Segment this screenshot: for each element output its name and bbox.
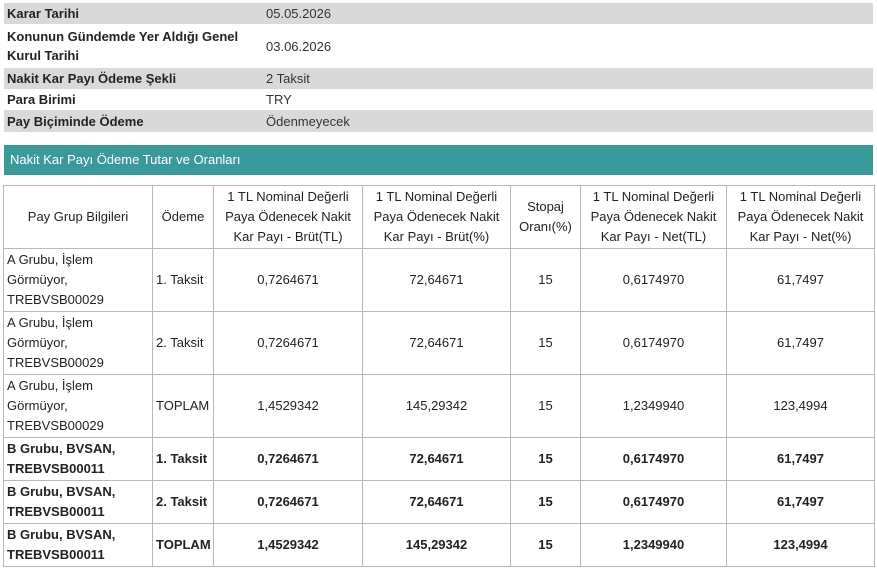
info-row-para-birimi: Para Birimi TRY bbox=[4, 89, 873, 110]
column-header: Pay Grup Bilgileri bbox=[3, 185, 153, 249]
value-cell: 0,7264671 bbox=[213, 311, 363, 375]
payment-cell: 1. Taksit bbox=[152, 248, 214, 312]
info-value: 05.05.2026 bbox=[266, 6, 332, 21]
value-cell: 15 bbox=[510, 437, 581, 481]
group-cell: A Grubu, İşlem Görmüyor, TREBVSB00029 bbox=[3, 374, 153, 438]
value-cell: 0,6174970 bbox=[580, 437, 727, 481]
column-header: 1 TL Nominal Değerli Paya Ödenecek Nakit… bbox=[726, 185, 875, 249]
value-cell: 145,29342 bbox=[362, 374, 511, 438]
info-label: Nakit Kar Payı Ödeme Şekli bbox=[7, 71, 177, 86]
group-cell: A Grubu, İşlem Görmüyor, TREBVSB00029 bbox=[3, 248, 153, 312]
group-cell: A Grubu, İşlem Görmüyor, TREBVSB00029 bbox=[3, 311, 153, 375]
info-value: Ödenmeyecek bbox=[266, 113, 350, 129]
dividend-table: Pay Grup Bilgileri Ödeme 1 TL Nominal De… bbox=[3, 185, 875, 567]
info-value: TRY bbox=[266, 92, 292, 107]
value-cell: 123,4994 bbox=[726, 523, 875, 567]
column-header: Stopaj Oranı(%) bbox=[510, 185, 581, 249]
info-row-pay-biciminde-odeme: Pay Biçiminde Ödeme Ödenmeyecek bbox=[4, 110, 873, 132]
value-cell: 0,7264671 bbox=[213, 437, 363, 481]
section-title: Nakit Kar Payı Ödeme Tutar ve Oranları bbox=[4, 145, 873, 175]
column-header: 1 TL Nominal Değerli Paya Ödenecek Nakit… bbox=[362, 185, 511, 249]
info-label: Konunun Gündemde Yer Aldığı Genel Kurul … bbox=[7, 29, 239, 63]
value-cell: 0,7264671 bbox=[213, 248, 363, 312]
value-cell: 1,2349940 bbox=[580, 523, 727, 567]
value-cell: 15 bbox=[510, 374, 581, 438]
value-cell: 72,64671 bbox=[362, 311, 511, 375]
value-cell: 0,6174970 bbox=[580, 311, 727, 375]
value-cell: 72,64671 bbox=[362, 437, 511, 481]
info-panel: Karar Tarihi 05.05.2026 Konunun Gündemde… bbox=[4, 3, 873, 132]
info-label: Para Birimi bbox=[7, 92, 76, 107]
info-value: 03.06.2026 bbox=[266, 38, 332, 54]
payment-cell: 2. Taksit bbox=[152, 311, 214, 375]
info-label: Pay Biçiminde Ödeme bbox=[7, 113, 144, 129]
table-row: A Grubu, İşlem Görmüyor, TREBVSB00029 1.… bbox=[3, 248, 875, 312]
value-cell: 61,7497 bbox=[726, 311, 875, 375]
column-header: 1 TL Nominal Değerli Paya Ödenecek Nakit… bbox=[580, 185, 727, 249]
value-cell: 123,4994 bbox=[726, 374, 875, 438]
value-cell: 145,29342 bbox=[362, 523, 511, 567]
group-cell: B Grubu, BVSAN, TREBVSB00011 bbox=[3, 523, 153, 567]
column-header: Ödeme bbox=[152, 185, 214, 249]
info-row-genel-kurul-tarihi: Konunun Gündemde Yer Aldığı Genel Kurul … bbox=[4, 24, 873, 68]
value-cell: 15 bbox=[510, 523, 581, 567]
payment-cell: TOPLAM bbox=[152, 523, 214, 567]
table-row: A Grubu, İşlem Görmüyor, TREBVSB00029 TO… bbox=[3, 374, 875, 438]
info-value: 2 Taksit bbox=[266, 71, 310, 86]
table-row: B Grubu, BVSAN, TREBVSB00011 1. Taksit 0… bbox=[3, 437, 875, 481]
value-cell: 1,2349940 bbox=[580, 374, 727, 438]
value-cell: 61,7497 bbox=[726, 480, 875, 524]
payment-cell: TOPLAM bbox=[152, 374, 214, 438]
group-cell: B Grubu, BVSAN, TREBVSB00011 bbox=[3, 480, 153, 524]
table-row: B Grubu, BVSAN, TREBVSB00011 TOPLAM 1,45… bbox=[3, 523, 875, 567]
value-cell: 1,4529342 bbox=[213, 523, 363, 567]
value-cell: 0,6174970 bbox=[580, 480, 727, 524]
value-cell: 15 bbox=[510, 480, 581, 524]
value-cell: 1,4529342 bbox=[213, 374, 363, 438]
table-row: A Grubu, İşlem Görmüyor, TREBVSB00029 2.… bbox=[3, 311, 875, 375]
value-cell: 15 bbox=[510, 311, 581, 375]
value-cell: 0,6174970 bbox=[580, 248, 727, 312]
payment-cell: 2. Taksit bbox=[152, 480, 214, 524]
value-cell: 72,64671 bbox=[362, 480, 511, 524]
info-row-odeme-sekli: Nakit Kar Payı Ödeme Şekli 2 Taksit bbox=[4, 68, 873, 89]
value-cell: 72,64671 bbox=[362, 248, 511, 312]
info-label: Karar Tarihi bbox=[7, 6, 80, 21]
column-header: 1 TL Nominal Değerli Paya Ödenecek Nakit… bbox=[213, 185, 363, 249]
value-cell: 15 bbox=[510, 248, 581, 312]
info-row-karar-tarihi: Karar Tarihi 05.05.2026 bbox=[4, 3, 873, 24]
value-cell: 61,7497 bbox=[726, 248, 875, 312]
value-cell: 61,7497 bbox=[726, 437, 875, 481]
table-header-row: Pay Grup Bilgileri Ödeme 1 TL Nominal De… bbox=[3, 185, 875, 249]
payment-cell: 1. Taksit bbox=[152, 437, 214, 481]
group-cell: B Grubu, BVSAN, TREBVSB00011 bbox=[3, 437, 153, 481]
table-row: B Grubu, BVSAN, TREBVSB00011 2. Taksit 0… bbox=[3, 480, 875, 524]
value-cell: 0,7264671 bbox=[213, 480, 363, 524]
